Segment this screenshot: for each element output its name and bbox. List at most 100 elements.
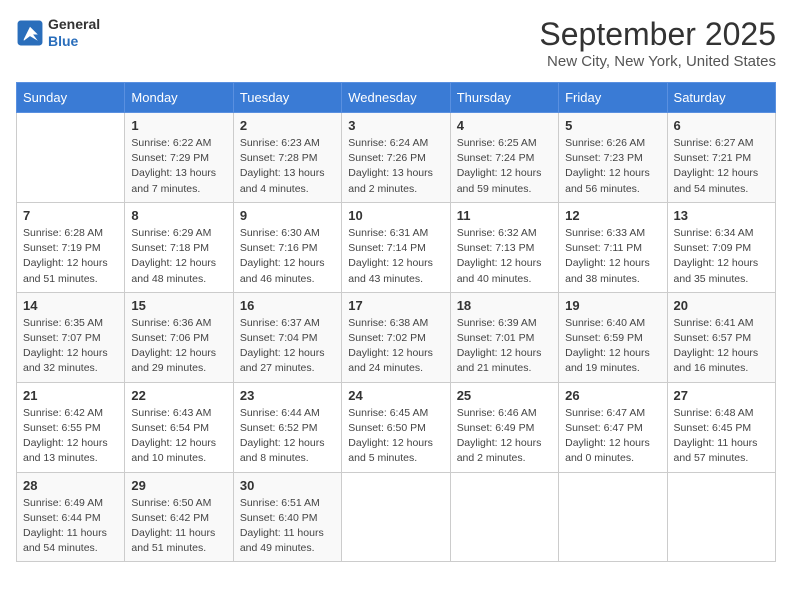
weekday-header-row: SundayMondayTuesdayWednesdayThursdayFrid…: [17, 83, 776, 113]
calendar-cell: 20 Sunrise: 6:41 AMSunset: 6:57 PMDayligh…: [667, 292, 775, 382]
day-number: 9: [240, 208, 335, 223]
day-number: 10: [348, 208, 443, 223]
weekday-header: Thursday: [450, 83, 558, 113]
day-number: 27: [674, 388, 769, 403]
day-info: Sunrise: 6:39 AMSunset: 7:01 PMDaylight:…: [457, 316, 552, 377]
day-info: Sunrise: 6:48 AMSunset: 6:45 PMDaylight:…: [674, 406, 769, 467]
calendar-cell: 6 Sunrise: 6:27 AMSunset: 7:21 PMDaylight…: [667, 113, 775, 203]
day-info: Sunrise: 6:23 AMSunset: 7:28 PMDaylight:…: [240, 136, 335, 197]
calendar-cell: 12 Sunrise: 6:33 AMSunset: 7:11 PMDayligh…: [559, 202, 667, 292]
logo-line1: General: [48, 16, 100, 33]
calendar-cell: [342, 472, 450, 562]
day-number: 17: [348, 298, 443, 313]
calendar-cell: 13 Sunrise: 6:34 AMSunset: 7:09 PMDayligh…: [667, 202, 775, 292]
day-number: 19: [565, 298, 660, 313]
day-info: Sunrise: 6:41 AMSunset: 6:57 PMDaylight:…: [674, 316, 769, 377]
day-number: 29: [131, 478, 226, 493]
day-info: Sunrise: 6:28 AMSunset: 7:19 PMDaylight:…: [23, 226, 118, 287]
calendar-cell: 21Sunrise: 6:42 AMSunset: 6:55 PMDayligh…: [17, 382, 125, 472]
day-info: Sunrise: 6:47 AMSunset: 6:47 PMDaylight:…: [565, 406, 660, 467]
day-number: 25: [457, 388, 552, 403]
day-number: 11: [457, 208, 552, 223]
calendar-cell: 1 Sunrise: 6:22 AMSunset: 7:29 PMDaylight…: [125, 113, 233, 203]
calendar-cell: 10 Sunrise: 6:31 AMSunset: 7:14 PMDayligh…: [342, 202, 450, 292]
weekday-header: Friday: [559, 83, 667, 113]
calendar-cell: 5Sunrise: 6:26 AMSunset: 7:23 PMDaylight…: [559, 113, 667, 203]
day-number: 15: [131, 298, 226, 313]
calendar-week-row: 1 Sunrise: 6:22 AMSunset: 7:29 PMDaylight…: [17, 113, 776, 203]
title-block: September 2025 New City, New York, Unite…: [539, 16, 776, 70]
day-info: Sunrise: 6:36 AMSunset: 7:06 PMDaylight:…: [131, 316, 226, 377]
day-info: Sunrise: 6:35 AMSunset: 7:07 PMDaylight:…: [23, 316, 118, 377]
day-info: Sunrise: 6:32 AMSunset: 7:13 PMDaylight:…: [457, 226, 552, 287]
calendar-cell: 9 Sunrise: 6:30 AMSunset: 7:16 PMDaylight…: [233, 202, 341, 292]
calendar-cell: 28Sunrise: 6:49 AMSunset: 6:44 PMDayligh…: [17, 472, 125, 562]
calendar-cell: 14Sunrise: 6:35 AMSunset: 7:07 PMDayligh…: [17, 292, 125, 382]
calendar-week-row: 28Sunrise: 6:49 AMSunset: 6:44 PMDayligh…: [17, 472, 776, 562]
day-info: Sunrise: 6:24 AMSunset: 7:26 PMDaylight:…: [348, 136, 443, 197]
logo-icon: [16, 19, 44, 47]
calendar-cell: 4 Sunrise: 6:25 AMSunset: 7:24 PMDaylight…: [450, 113, 558, 203]
day-info: Sunrise: 6:31 AMSunset: 7:14 PMDaylight:…: [348, 226, 443, 287]
day-info: Sunrise: 6:40 AMSunset: 6:59 PMDaylight:…: [565, 316, 660, 377]
calendar-cell: 11 Sunrise: 6:32 AMSunset: 7:13 PMDayligh…: [450, 202, 558, 292]
calendar-cell: 7 Sunrise: 6:28 AMSunset: 7:19 PMDaylight…: [17, 202, 125, 292]
day-info: Sunrise: 6:50 AMSunset: 6:42 PMDaylight:…: [131, 496, 226, 557]
day-info: Sunrise: 6:38 AMSunset: 7:02 PMDaylight:…: [348, 316, 443, 377]
day-number: 6: [674, 118, 769, 133]
day-info: Sunrise: 6:33 AMSunset: 7:11 PMDaylight:…: [565, 226, 660, 287]
day-info: Sunrise: 6:51 AMSunset: 6:40 PMDaylight:…: [240, 496, 335, 557]
day-info: Sunrise: 6:37 AMSunset: 7:04 PMDaylight:…: [240, 316, 335, 377]
day-info: Sunrise: 6:30 AMSunset: 7:16 PMDaylight:…: [240, 226, 335, 287]
day-info: Sunrise: 6:45 AMSunset: 6:50 PMDaylight:…: [348, 406, 443, 467]
page-header: General Blue September 2025 New City, Ne…: [16, 16, 776, 70]
day-number: 3: [348, 118, 443, 133]
calendar-cell: 27 Sunrise: 6:48 AMSunset: 6:45 PMDayligh…: [667, 382, 775, 472]
logo-text: General Blue: [48, 16, 100, 50]
day-number: 30: [240, 478, 335, 493]
day-info: Sunrise: 6:22 AMSunset: 7:29 PMDaylight:…: [131, 136, 226, 197]
calendar-cell: [17, 113, 125, 203]
day-number: 7: [23, 208, 118, 223]
calendar-week-row: 7 Sunrise: 6:28 AMSunset: 7:19 PMDaylight…: [17, 202, 776, 292]
day-number: 12: [565, 208, 660, 223]
day-number: 4: [457, 118, 552, 133]
weekday-header: Wednesday: [342, 83, 450, 113]
day-info: Sunrise: 6:25 AMSunset: 7:24 PMDaylight:…: [457, 136, 552, 197]
logo-line2: Blue: [48, 33, 100, 50]
calendar-cell: [559, 472, 667, 562]
day-number: 23: [240, 388, 335, 403]
calendar-cell: 2 Sunrise: 6:23 AMSunset: 7:28 PMDaylight…: [233, 113, 341, 203]
calendar-cell: [450, 472, 558, 562]
calendar-week-row: 21Sunrise: 6:42 AMSunset: 6:55 PMDayligh…: [17, 382, 776, 472]
day-number: 26: [565, 388, 660, 403]
day-number: 13: [674, 208, 769, 223]
weekday-header: Saturday: [667, 83, 775, 113]
calendar-cell: 26 Sunrise: 6:47 AMSunset: 6:47 PMDayligh…: [559, 382, 667, 472]
day-info: Sunrise: 6:46 AMSunset: 6:49 PMDaylight:…: [457, 406, 552, 467]
day-info: Sunrise: 6:34 AMSunset: 7:09 PMDaylight:…: [674, 226, 769, 287]
day-number: 1: [131, 118, 226, 133]
calendar-cell: 8 Sunrise: 6:29 AMSunset: 7:18 PMDaylight…: [125, 202, 233, 292]
day-info: Sunrise: 6:29 AMSunset: 7:18 PMDaylight:…: [131, 226, 226, 287]
day-number: 2: [240, 118, 335, 133]
calendar-cell: 25 Sunrise: 6:46 AMSunset: 6:49 PMDayligh…: [450, 382, 558, 472]
calendar-cell: 23 Sunrise: 6:44 AMSunset: 6:52 PMDayligh…: [233, 382, 341, 472]
day-info: Sunrise: 6:44 AMSunset: 6:52 PMDaylight:…: [240, 406, 335, 467]
calendar-cell: 18Sunrise: 6:39 AMSunset: 7:01 PMDayligh…: [450, 292, 558, 382]
day-number: 20: [674, 298, 769, 313]
day-info: Sunrise: 6:43 AMSunset: 6:54 PMDaylight:…: [131, 406, 226, 467]
day-info: Sunrise: 6:42 AMSunset: 6:55 PMDaylight:…: [23, 406, 118, 467]
calendar-cell: 22 Sunrise: 6:43 AMSunset: 6:54 PMDayligh…: [125, 382, 233, 472]
day-number: 16: [240, 298, 335, 313]
day-info: Sunrise: 6:27 AMSunset: 7:21 PMDaylight:…: [674, 136, 769, 197]
month-title: September 2025: [539, 16, 776, 53]
day-number: 22: [131, 388, 226, 403]
calendar-week-row: 14Sunrise: 6:35 AMSunset: 7:07 PMDayligh…: [17, 292, 776, 382]
day-number: 8: [131, 208, 226, 223]
day-info: Sunrise: 6:49 AMSunset: 6:44 PMDaylight:…: [23, 496, 118, 557]
logo: General Blue: [16, 16, 100, 50]
weekday-header: Monday: [125, 83, 233, 113]
calendar-cell: 16 Sunrise: 6:37 AMSunset: 7:04 PMDayligh…: [233, 292, 341, 382]
calendar-cell: 24Sunrise: 6:45 AMSunset: 6:50 PMDayligh…: [342, 382, 450, 472]
